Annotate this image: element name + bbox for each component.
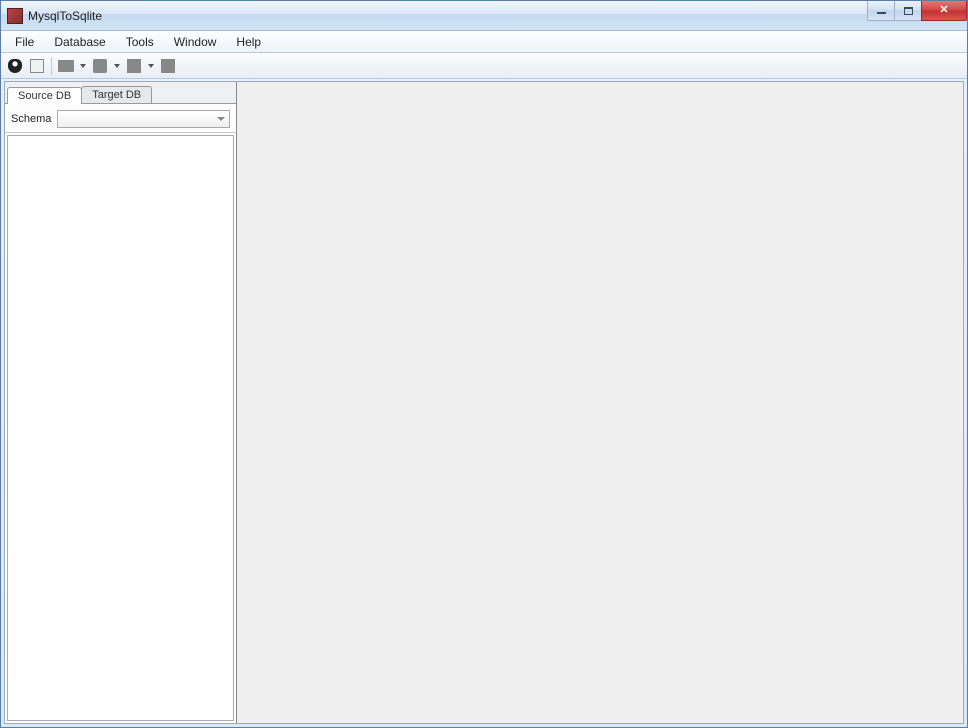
menu-database[interactable]: Database — [44, 33, 115, 51]
maximize-icon — [904, 7, 913, 15]
content-area: Source DB Target DB Schema — [5, 82, 963, 723]
view-icon — [127, 59, 141, 73]
client-area: File Database Tools Window Help — [1, 31, 967, 727]
window-title: MysqlToSqlite — [28, 9, 102, 23]
toolbar-query-button[interactable] — [90, 56, 110, 76]
schema-tree[interactable] — [7, 135, 234, 721]
close-button[interactable]: ✕ — [921, 1, 967, 21]
schema-row: Schema — [5, 104, 236, 133]
toolbar — [1, 53, 967, 79]
menu-tools[interactable]: Tools — [116, 33, 164, 51]
db-tabs: Source DB Target DB — [5, 82, 236, 104]
app-window: MysqlToSqlite ✕ File Database Tools Wind… — [0, 0, 968, 728]
toolbar-open-dropdown[interactable] — [78, 64, 88, 68]
chevron-down-icon — [148, 64, 154, 68]
toolbar-view-dropdown[interactable] — [146, 64, 156, 68]
minimize-button[interactable] — [867, 1, 895, 21]
toolbar-view-button[interactable] — [124, 56, 144, 76]
chevron-down-icon — [114, 64, 120, 68]
toolbar-query-dropdown[interactable] — [112, 64, 122, 68]
toolbar-open-button[interactable] — [56, 56, 76, 76]
document-icon — [30, 59, 44, 73]
left-panel: Source DB Target DB Schema — [5, 82, 237, 723]
toolbar-connect-button[interactable] — [5, 56, 25, 76]
folder-icon — [58, 60, 74, 72]
main-workspace — [237, 82, 963, 723]
tab-target-db[interactable]: Target DB — [81, 86, 152, 103]
menubar: File Database Tools Window Help — [1, 31, 967, 53]
maximize-button[interactable] — [894, 1, 922, 21]
close-icon: ✕ — [939, 5, 948, 16]
stop-icon — [161, 59, 175, 73]
app-icon — [7, 8, 23, 24]
query-icon — [93, 59, 107, 73]
inner-frame: Source DB Target DB Schema — [4, 81, 964, 724]
toolbar-stop-button[interactable] — [158, 56, 178, 76]
menu-help[interactable]: Help — [226, 33, 271, 51]
chevron-down-icon — [80, 64, 86, 68]
schema-dropdown[interactable] — [57, 110, 230, 128]
window-controls: ✕ — [868, 1, 967, 21]
schema-label: Schema — [11, 113, 51, 125]
penguin-icon — [8, 59, 22, 73]
menu-file[interactable]: File — [5, 33, 44, 51]
toolbar-new-button[interactable] — [27, 56, 47, 76]
titlebar[interactable]: MysqlToSqlite ✕ — [1, 1, 967, 31]
menu-window[interactable]: Window — [164, 33, 227, 51]
minimize-icon — [877, 12, 886, 14]
chevron-down-icon — [217, 117, 225, 121]
toolbar-separator — [51, 57, 52, 75]
tab-source-db[interactable]: Source DB — [7, 87, 82, 104]
